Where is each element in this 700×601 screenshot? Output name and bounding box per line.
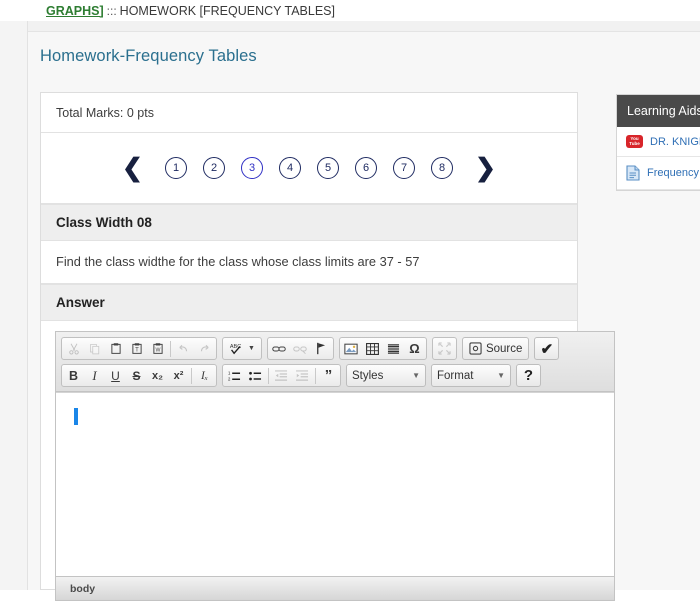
editor-toolbar-row-2: B I U S x₂ x² Iₓ 12 ” Styles ▼ Format ▼ … (58, 362, 612, 389)
total-marks: Total Marks: 0 pts (41, 93, 577, 133)
source-button-label: Source (485, 342, 523, 355)
special-char-icon[interactable]: Ω (404, 338, 425, 359)
chevron-down-icon[interactable]: ▼ (248, 345, 255, 352)
svg-text:W: W (155, 348, 160, 354)
learning-aid-label: DR. KNIGHT (650, 135, 700, 148)
pager-page-3-active[interactable]: 3 (241, 157, 263, 179)
pager-page-6[interactable]: 6 (355, 157, 377, 179)
question-text: Find the class widthe for the class whos… (41, 241, 577, 284)
format-dropdown-label: Format (437, 369, 474, 382)
subscript-icon[interactable]: x₂ (147, 365, 168, 386)
chevron-down-icon: ▼ (497, 371, 505, 380)
breadcrumb-separator: ::: (106, 3, 117, 18)
copy-icon[interactable] (84, 338, 105, 359)
text-cursor (74, 408, 78, 425)
answer-heading: Answer (41, 284, 577, 321)
help-button[interactable]: ? (516, 364, 541, 387)
bold-icon[interactable]: B (63, 365, 84, 386)
pager-page-2[interactable]: 2 (203, 157, 225, 179)
left-gutter (0, 21, 28, 590)
answer-editor[interactable]: T W ABC ▼ Ω Source ✔ B I U S x₂ x² Iₓ 1 … (55, 331, 615, 601)
learning-aid-label: Frequency T (647, 167, 700, 179)
pager-page-8[interactable]: 8 (431, 157, 453, 179)
paste-from-word-icon[interactable]: W (147, 338, 168, 359)
strikethrough-icon[interactable]: S (126, 365, 147, 386)
document-icon (626, 165, 640, 181)
paste-as-text-icon[interactable]: T (126, 338, 147, 359)
italic-icon[interactable]: I (84, 365, 105, 386)
question-heading: Class Width 08 (41, 204, 577, 241)
question-pager[interactable]: ❮ 1 2 3 4 5 6 7 8 ❯ (41, 133, 577, 204)
youtube-icon: You Tube (626, 135, 643, 148)
underline-icon[interactable]: U (105, 365, 126, 386)
svg-text:2: 2 (228, 376, 231, 381)
spellcheck-icon[interactable]: ABC ▼ (224, 338, 260, 359)
maximize-icon[interactable] (434, 338, 455, 359)
anchor-icon[interactable] (311, 338, 332, 359)
breadcrumb-bar: GRAPHS] ::: HOMEWORK [FREQUENCY TABLES] (0, 0, 700, 21)
confirm-checkmark-button[interactable]: ✔ (534, 337, 560, 360)
learning-aids-panel: Learning Aids YouTube DR. KNIGHT Frequen… (616, 94, 700, 191)
chevron-left-icon[interactable]: ❮ (120, 155, 145, 181)
pager-page-5[interactable]: 5 (317, 157, 339, 179)
basic-styles-group: B I U S x₂ x² Iₓ (61, 364, 217, 387)
chevron-down-icon: ▼ (412, 371, 420, 380)
paste-icon[interactable] (105, 338, 126, 359)
numbered-list-icon[interactable]: 12 (224, 365, 245, 386)
breadcrumb-current: HOMEWORK [FREQUENCY TABLES] (119, 3, 335, 18)
styles-dropdown[interactable]: Styles ▼ (346, 364, 426, 387)
link-icon[interactable] (269, 338, 290, 359)
homework-card: Total Marks: 0 pts ❮ 1 2 3 4 5 6 7 8 ❯ C… (40, 92, 615, 601)
pager-page-7[interactable]: 7 (393, 157, 415, 179)
editor-toolbar: T W ABC ▼ Ω Source ✔ B I U S x₂ x² Iₓ 1 … (56, 332, 614, 392)
toolbar-divider (170, 340, 171, 357)
svg-text:1: 1 (228, 370, 231, 375)
pager-page-4[interactable]: 4 (279, 157, 301, 179)
svg-text:T: T (135, 348, 139, 354)
source-button[interactable]: Source (461, 337, 530, 360)
indent-icon[interactable] (292, 365, 313, 386)
toolbar-divider (268, 367, 269, 384)
outdent-icon[interactable] (271, 365, 292, 386)
redo-icon[interactable] (194, 338, 215, 359)
learning-aid-item-document[interactable]: Frequency T (617, 157, 700, 190)
breadcrumb-link-graphs[interactable]: GRAPHS] (46, 4, 104, 18)
clipboard-group: T W (61, 337, 217, 360)
horizontal-rule-icon[interactable] (383, 338, 404, 359)
styles-dropdown-label: Styles (352, 369, 384, 382)
learning-aids-title: Learning Aids (617, 95, 700, 127)
spellcheck-group: ABC ▼ (222, 337, 262, 360)
cut-icon[interactable] (63, 338, 84, 359)
pager-page-1[interactable]: 1 (165, 157, 187, 179)
bulleted-list-icon[interactable] (245, 365, 266, 386)
maximize-group (431, 337, 457, 360)
editor-element-path: body (56, 576, 614, 600)
superscript-icon[interactable]: x² (168, 365, 189, 386)
insert-group: Ω (338, 337, 427, 360)
toolbar-divider (315, 367, 316, 384)
unlink-icon[interactable] (290, 338, 311, 359)
chevron-right-icon[interactable]: ❯ (473, 155, 498, 181)
format-dropdown[interactable]: Format ▼ (431, 364, 511, 387)
page-title: Homework-Frequency Tables (40, 47, 257, 65)
undo-icon[interactable] (173, 338, 194, 359)
link-group (266, 337, 334, 360)
toolbar-divider (191, 367, 192, 384)
paragraph-group: 12 ” (222, 364, 341, 387)
editor-toolbar-row-1: T W ABC ▼ Ω Source ✔ (58, 335, 612, 362)
remove-format-icon[interactable]: Iₓ (194, 365, 215, 386)
table-icon[interactable] (362, 338, 383, 359)
image-icon[interactable] (341, 338, 362, 359)
blockquote-icon[interactable]: ” (318, 365, 339, 386)
learning-aid-item-video[interactable]: YouTube DR. KNIGHT (617, 127, 700, 157)
editor-content-area[interactable] (56, 392, 614, 572)
